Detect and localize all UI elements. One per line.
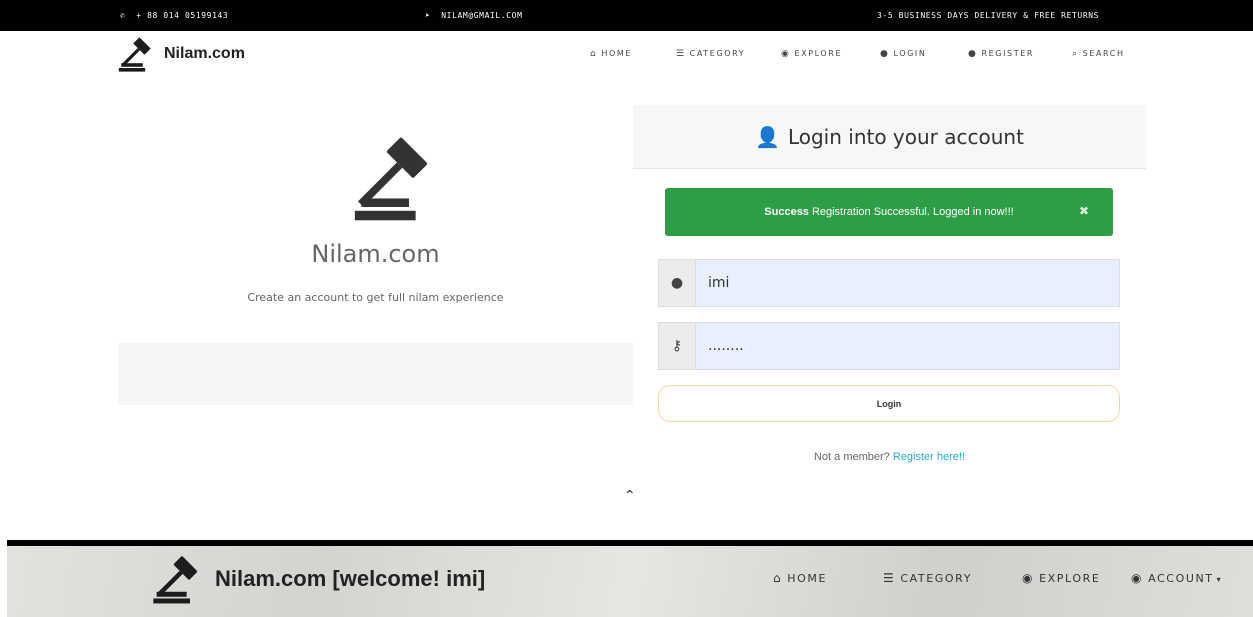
nav-search-label: SEARCH	[1082, 49, 1125, 58]
password-input[interactable]	[696, 323, 1119, 369]
brand-name-2: Nilam.com	[215, 566, 327, 591]
phone-number: + 88 014 05199143	[136, 11, 229, 20]
brand-link-2[interactable]: Nilam.com [welcome! imi]	[151, 554, 485, 604]
left-title: Nilam.com	[311, 240, 440, 268]
nav-search[interactable]: ⌕ SEARCH	[1072, 49, 1125, 59]
gavel-logo-icon	[118, 37, 151, 72]
username-group: ●	[658, 259, 1120, 307]
nav-category[interactable]: ☰ CATEGORY	[676, 49, 745, 59]
shipping-info: 3-5 BUSINESS DAYS DELIVERY & FREE RETURN…	[877, 11, 1100, 20]
search-icon: ⌕	[1072, 49, 1079, 59]
nav-login-label: LOGIN	[893, 49, 927, 58]
nav2-category-label: CATEGORY	[900, 572, 973, 585]
send-icon: ➤	[425, 11, 431, 20]
left-subtitle: Create an account to get full nilam expe…	[247, 291, 504, 304]
nav-register[interactable]: ● REGISTER	[968, 49, 1034, 59]
nav-login[interactable]: ● LOGIN	[880, 49, 926, 59]
gavel-logo-icon	[153, 556, 198, 604]
nav2-category[interactable]: ☰ CATEGORY	[883, 571, 972, 585]
left-grey-block	[118, 343, 633, 405]
email-address: NILAM@GMAIL.COM	[441, 11, 523, 20]
login-heading: Login into your account	[787, 124, 1024, 149]
phone-icon: ✆	[120, 11, 126, 20]
account-icon: ◉	[1131, 571, 1144, 585]
top-bar: ✆ + 88 014 05199143 ➤ NILAM@GMAIL.COM 3-…	[0, 0, 1253, 31]
compass-icon: ◉	[781, 49, 791, 59]
nav2-explore[interactable]: ◉ EXPLORE	[1022, 571, 1100, 585]
list-icon: ☰	[883, 571, 896, 585]
nav-register-label: REGISTER	[981, 49, 1035, 58]
password-group: ⚷	[658, 322, 1120, 370]
compass-icon: ◉	[1022, 571, 1035, 585]
user-add-icon: ●	[968, 49, 978, 59]
home-icon: ⌂	[590, 49, 598, 59]
user-icon: ●	[659, 260, 696, 306]
user-secret-icon: 👤	[755, 124, 780, 149]
member-prompt: Not a member? Register here!!	[633, 451, 1146, 463]
welcome-text: [welcome! imi]	[332, 566, 486, 591]
nav-category-label: CATEGORY	[689, 49, 746, 58]
caret-down-icon: ▾	[1216, 575, 1223, 584]
nav2-home-label: HOME	[787, 572, 827, 585]
nav2-home[interactable]: ⌂ HOME	[773, 571, 827, 585]
logged-in-navbar: Nilam.com [welcome! imi] ⌂ HOME ☰ CATEGORY…	[7, 540, 1253, 617]
nav-explore[interactable]: ◉ EXPLORE	[781, 49, 842, 59]
login-header: 👤 Login into your account	[633, 105, 1146, 169]
key-icon: ⚷	[659, 323, 696, 369]
nav2-explore-label: EXPLORE	[1039, 572, 1101, 585]
brand-link[interactable]: Nilam.com	[118, 36, 245, 72]
username-input[interactable]	[696, 260, 1119, 306]
nav-home[interactable]: ⌂ HOME	[590, 49, 632, 59]
register-link[interactable]: Register here!!	[893, 451, 965, 463]
nav-home-label: HOME	[601, 49, 632, 58]
gavel-large-icon	[354, 137, 428, 221]
success-alert: Success Registration Successful. Logged …	[665, 188, 1113, 236]
home-icon: ⌂	[773, 571, 783, 585]
nav2-account-label: ACCOUNT	[1148, 572, 1214, 585]
nav2-account[interactable]: ◉ ACCOUNT ▾	[1131, 571, 1222, 585]
list-icon: ☰	[676, 49, 686, 59]
alert-strong: Success	[764, 206, 809, 218]
scroll-up-icon[interactable]: ⌃	[624, 488, 636, 504]
login-panel: 👤 Login into your account Success Regist…	[633, 105, 1146, 463]
user-login-icon: ●	[880, 49, 890, 59]
brand-name: Nilam.com	[164, 45, 245, 62]
main-navbar: Nilam.com ⌂ HOME ☰ CATEGORY ◉ EXPLORE ● LOGI…	[0, 31, 1253, 79]
member-text: Not a member?	[813, 451, 890, 463]
email-info: ➤ NILAM@GMAIL.COM	[425, 11, 523, 20]
alert-text: Registration Successful. Logged in now!!…	[811, 206, 1014, 218]
login-button[interactable]: Login	[658, 385, 1120, 422]
phone-info: ✆ + 88 014 05199143	[120, 11, 228, 20]
close-icon[interactable]: ✖	[1079, 204, 1089, 218]
nav-explore-label: EXPLORE	[794, 49, 843, 58]
